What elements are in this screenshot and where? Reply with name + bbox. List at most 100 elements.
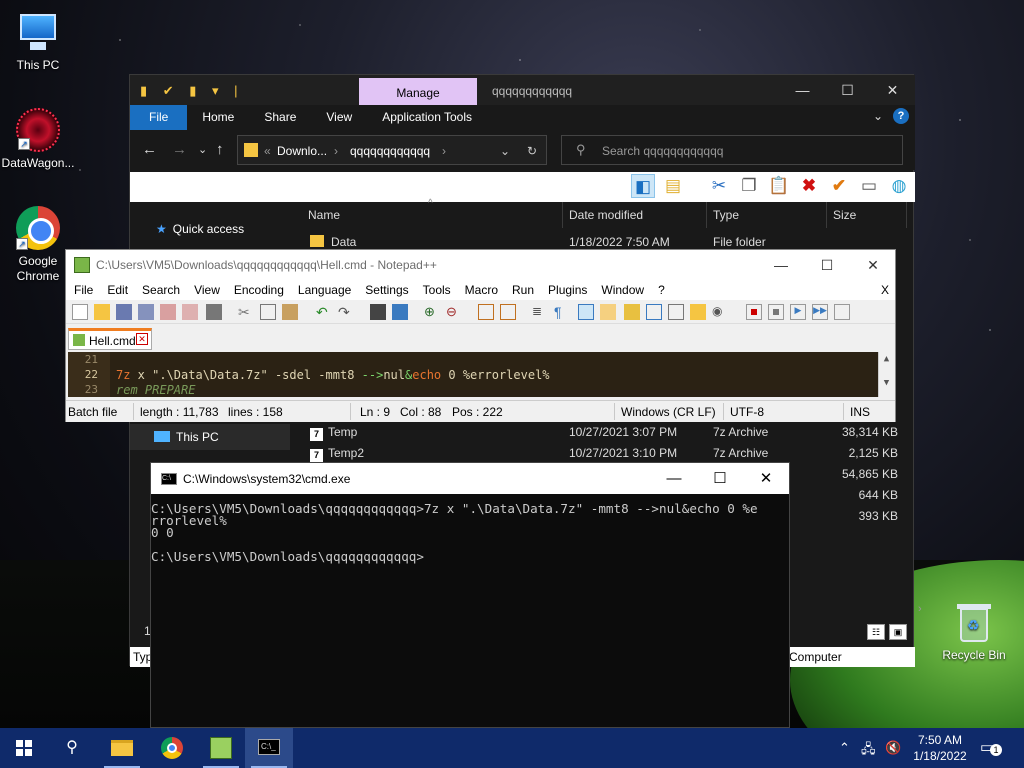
up-arrow-icon[interactable]: ↑	[216, 141, 224, 158]
print-icon[interactable]	[206, 304, 222, 320]
word-wrap-icon[interactable]: ≣	[532, 304, 548, 320]
menu-run[interactable]: Run	[504, 280, 540, 300]
new-file-icon[interactable]	[72, 304, 88, 320]
paste-icon[interactable]: 📋	[767, 174, 791, 198]
column-size[interactable]: Size	[833, 208, 856, 222]
close-tab-icon[interactable]: ✕	[136, 333, 148, 345]
indent-guide-icon[interactable]	[578, 304, 594, 320]
scroll-right-arrow-icon[interactable]: ›	[918, 603, 922, 615]
address-bar[interactable]: « Downlo... › qqqqqqqqqqqq › ⌄ ↻	[237, 135, 547, 165]
show-hidden-icons-icon[interactable]: ⌃	[839, 740, 850, 756]
code-editor[interactable]: 21 22 23 7z x ".\Data\Data.7z" -sdel -mm…	[68, 352, 894, 397]
play-macro-icon[interactable]: ▶	[790, 304, 806, 320]
breadcrumb-current[interactable]: qqqqqqqqqqqq	[350, 144, 430, 158]
desktop-icon-this-pc[interactable]: This PC	[0, 10, 76, 73]
column-date-modified[interactable]: Date modified	[569, 208, 643, 222]
new-folder-icon[interactable]: ▤	[661, 174, 685, 198]
paste-icon[interactable]	[282, 304, 298, 320]
save-macro-icon[interactable]	[834, 304, 850, 320]
address-dropdown-icon[interactable]: ⌄	[500, 144, 510, 158]
column-type[interactable]: Type	[713, 208, 739, 222]
show-all-chars-icon[interactable]: ¶	[554, 304, 570, 320]
desktop-icon-datawagon[interactable]: ↗ DataWagon...	[0, 108, 76, 171]
table-row[interactable]: 7 Temp 10/27/2021 3:07 PM 7z Archive 38,3…	[290, 422, 915, 443]
zoom-in-icon[interactable]: ⊕	[424, 304, 440, 320]
tab-share[interactable]: Share	[249, 105, 311, 130]
large-icons-view-icon[interactable]: ▣	[889, 624, 907, 640]
menu-settings[interactable]: Settings	[357, 280, 414, 300]
monitoring-icon[interactable]: ◉	[712, 304, 728, 320]
menu-edit[interactable]: Edit	[99, 280, 134, 300]
minimize-button[interactable]: —	[780, 75, 825, 105]
maximize-button[interactable]: ☐	[804, 250, 850, 280]
folder-as-workspace-icon[interactable]	[668, 304, 684, 320]
delete-icon[interactable]: ✖	[797, 174, 821, 198]
menu-macro[interactable]: Macro	[457, 280, 504, 300]
close-all-icon[interactable]	[182, 304, 198, 320]
taskbar-clock[interactable]: 7:50 AM 1/18/2022	[910, 732, 970, 764]
forward-arrow-icon[interactable]: →	[172, 141, 187, 158]
dropdown-arrow-icon[interactable]: ▾	[691, 174, 701, 198]
table-row[interactable]: 7 Temp2 10/27/2021 3:10 PM 7z Archive 2,1…	[290, 443, 915, 464]
doc-map-icon[interactable]	[624, 304, 640, 320]
run-macro-multiple-icon[interactable]: ▶▶	[812, 304, 828, 320]
recent-dropdown-icon[interactable]: ⌄	[198, 143, 207, 156]
undo-icon[interactable]: ↶	[316, 304, 332, 320]
tab-home[interactable]: Home	[187, 105, 249, 130]
document-tab-hell-cmd[interactable]: Hell.cmd ✕	[68, 328, 152, 350]
search-box[interactable]: ⚲ Search qqqqqqqqqqqq	[561, 135, 903, 165]
sync-horizontal-icon[interactable]	[500, 304, 516, 320]
taskbar-cmd[interactable]: C:\_	[245, 728, 293, 768]
console-output[interactable]: C:\Users\VM5\Downloads\qqqqqqqqqqqq>7z x…	[151, 502, 789, 563]
start-button[interactable]	[0, 728, 48, 768]
search-input[interactable]: Search qqqqqqqqqqqq	[602, 144, 723, 158]
function-list-icon[interactable]	[646, 304, 662, 320]
back-arrow-icon[interactable]: ←	[142, 141, 157, 158]
menu-help[interactable]: ?	[650, 280, 671, 300]
nav-quick-access[interactable]: ★ Quick access	[156, 222, 244, 236]
close-file-icon[interactable]	[160, 304, 176, 320]
copy-icon[interactable]: ❐	[737, 174, 761, 198]
cut-icon[interactable]: ✂	[238, 304, 254, 320]
desktop-icon-recycle-bin[interactable]: ♻ Recycle Bin	[936, 600, 1012, 663]
menu-window[interactable]: Window	[593, 280, 650, 300]
rename-icon[interactable]: ▭	[857, 174, 881, 198]
tab-view[interactable]: View	[311, 105, 367, 130]
save-icon[interactable]	[116, 304, 132, 320]
globe-icon[interactable]: ◍	[887, 174, 911, 198]
volume-muted-icon[interactable]: 🔇	[885, 740, 901, 756]
tab-manage[interactable]: Manage	[359, 78, 477, 105]
help-icon[interactable]: ?	[893, 108, 909, 124]
open-folder-icon[interactable]	[690, 304, 706, 320]
save-all-icon[interactable]	[138, 304, 154, 320]
minimize-button[interactable]: —	[758, 250, 804, 280]
menu-language[interactable]: Language	[290, 280, 357, 300]
network-icon[interactable]: 🖧	[861, 740, 876, 762]
maximize-button[interactable]: ☐	[825, 75, 870, 105]
breadcrumb-overflow-icon[interactable]: «	[264, 144, 271, 158]
taskbar-file-explorer[interactable]	[98, 728, 146, 768]
search-icon[interactable]: ⚲	[48, 728, 96, 768]
quick-access-toolbar[interactable]: ▮ ✔ ▮ ▾ |	[140, 83, 244, 99]
find-icon[interactable]	[370, 304, 386, 320]
refresh-icon[interactable]: ↻	[527, 144, 537, 158]
menu-plugins[interactable]: Plugins	[540, 280, 593, 300]
cut-icon[interactable]: ✂	[707, 174, 731, 198]
notification-center-button[interactable]: ▭ 1	[980, 738, 1004, 758]
stop-macro-icon[interactable]	[768, 304, 784, 320]
menu-search[interactable]: Search	[134, 280, 186, 300]
preview-pane-icon[interactable]: ◧	[631, 174, 655, 198]
taskbar-notepadpp[interactable]	[197, 728, 245, 768]
breadcrumb-downloads[interactable]: Downlo...	[277, 144, 327, 158]
zoom-out-icon[interactable]: ⊖	[446, 304, 462, 320]
tab-file[interactable]: File	[130, 105, 188, 130]
open-file-icon[interactable]	[94, 304, 110, 320]
menu-tools[interactable]: Tools	[415, 280, 457, 300]
close-button[interactable]: ✕	[743, 463, 789, 494]
editor-scrollbar[interactable]: ▲ ▼	[878, 352, 894, 397]
maximize-button[interactable]: ☐	[697, 463, 743, 494]
user-defined-lang-icon[interactable]	[600, 304, 616, 320]
copy-icon[interactable]	[260, 304, 276, 320]
sync-vertical-icon[interactable]	[478, 304, 494, 320]
replace-icon[interactable]	[392, 304, 408, 320]
